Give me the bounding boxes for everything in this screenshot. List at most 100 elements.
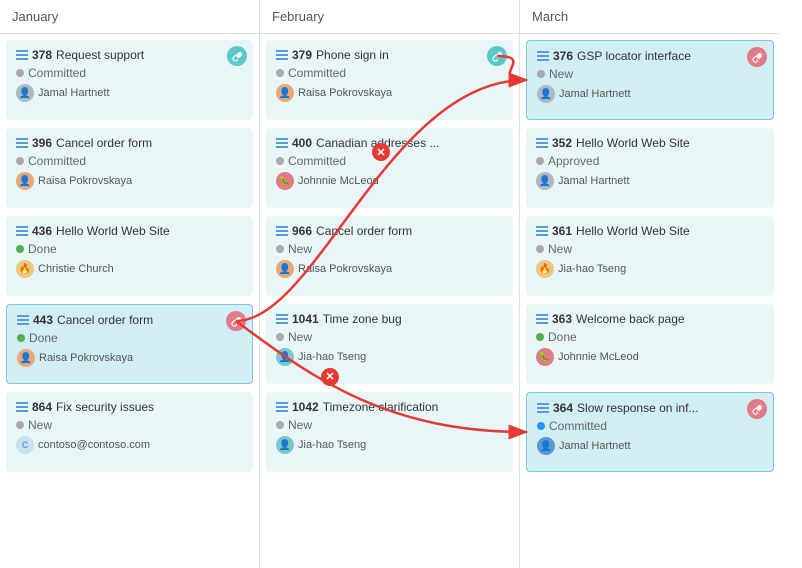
status-text-378: Committed <box>28 66 86 80</box>
status-text-364: Committed <box>549 419 607 433</box>
card-id-number-352: 352 <box>552 136 572 150</box>
bars-icon-364 <box>537 403 549 413</box>
card-1041[interactable]: 1041 Time zone bugNew👤Jia-hao Tseng <box>266 304 513 384</box>
status-dot-379 <box>276 69 284 77</box>
link-icon-443[interactable] <box>226 311 246 331</box>
card-352[interactable]: 352 Hello World Web SiteApproved👤Jamal H… <box>526 128 774 208</box>
card-376[interactable]: 376 GSP locator interface New 👤Jamal Hartn… <box>526 40 774 120</box>
card-id-number-376: 376 <box>553 49 573 63</box>
status-dot-443 <box>17 334 25 342</box>
bars-icon-864 <box>16 402 28 412</box>
card-status-row-396: Committed <box>16 154 243 168</box>
status-dot-364 <box>537 422 545 430</box>
card-966[interactable]: 966 Cancel order form New 👤Raisa Pokrovska… <box>266 216 513 296</box>
column-header-january: January <box>0 0 259 34</box>
status-dot-966 <box>276 245 284 253</box>
bars-icon-361 <box>536 226 548 236</box>
status-dot-361 <box>536 245 544 253</box>
card-title-1042: Timezone clarification <box>323 400 439 414</box>
link-icon-364[interactable] <box>747 399 767 419</box>
card-id-row-396: 396 Cancel order form <box>16 136 243 150</box>
card-title-376: GSP locator interface <box>577 49 691 63</box>
card-status-row-361: New <box>536 242 764 256</box>
user-name-363: Johnnie McLeod <box>558 351 639 363</box>
status-text-396: Committed <box>28 154 86 168</box>
card-id-number-1042: 1042 <box>292 400 319 414</box>
card-id-row-379: 379 Phone sign in <box>276 48 503 62</box>
card-443[interactable]: 443 Cancel order formDone👤Raisa Pokrovsk… <box>6 304 253 384</box>
card-id-number-364: 364 <box>553 401 573 415</box>
user-name-396: Raisa Pokrovskaya <box>38 175 132 187</box>
card-title-361: Hello World Web Site <box>576 224 690 238</box>
status-text-864: New <box>28 418 52 432</box>
card-436[interactable]: 436 Hello World Web SiteDone🔥Christie Ch… <box>6 216 253 296</box>
user-row-1042: 👤 Jia-hao Tseng <box>276 436 503 454</box>
user-row-376: 👤Jamal Hartnett <box>537 85 763 103</box>
card-status-row-966: New <box>276 242 503 256</box>
avatar-379: 👤 <box>276 84 294 102</box>
link-icon-378[interactable] <box>227 46 247 66</box>
cards-area-march: 376 GSP locator interface New 👤Jamal Hartn… <box>520 34 780 478</box>
card-status-row-400: Committed <box>276 154 503 168</box>
card-title-966: Cancel order form <box>316 224 412 238</box>
card-id-row-400: 400 Canadian addresses ... <box>276 136 503 150</box>
card-title-379: Phone sign in <box>316 48 389 62</box>
card-title-1041: Time zone bug <box>323 312 402 326</box>
cards-area-february: 379 Phone sign inCommitted👤Raisa Pokrovs… <box>260 34 519 478</box>
card-status-row-864: New <box>16 418 243 432</box>
column-header-february: February <box>260 0 519 34</box>
user-row-864: Ccontoso@contoso.com <box>16 436 243 454</box>
link-icon-376[interactable] <box>747 47 767 67</box>
card-1042[interactable]: 1042 Timezone clarification New 👤 Jia-hao T… <box>266 392 513 472</box>
card-id-number-966: 966 <box>292 224 312 238</box>
card-id-row-1042: 1042 Timezone clarification <box>276 400 503 414</box>
user-name-1042: Jia-hao Tseng <box>298 439 366 451</box>
card-379[interactable]: 379 Phone sign inCommitted👤Raisa Pokrovs… <box>266 40 513 120</box>
card-400[interactable]: 400 Canadian addresses ...Committed🐛John… <box>266 128 513 208</box>
close-badge-2[interactable]: ✕ <box>321 368 339 386</box>
card-status-row-436: Done <box>16 242 243 256</box>
user-row-378: 👤Jamal Hartnett <box>16 84 243 102</box>
card-id-row-364: 364 Slow response on inf... <box>537 401 763 415</box>
card-363[interactable]: 363 Welcome back pageDone🐛Johnnie McLeod <box>526 304 774 384</box>
card-id-number-379: 379 <box>292 48 312 62</box>
card-361[interactable]: 361 Hello World Web SiteNew🔥Jia-hao Tsen… <box>526 216 774 296</box>
avatar-400: 🐛 <box>276 172 294 190</box>
card-id-row-352: 352 Hello World Web Site <box>536 136 764 150</box>
status-dot-378 <box>16 69 24 77</box>
card-title-363: Welcome back page <box>576 312 685 326</box>
status-dot-1042 <box>276 421 284 429</box>
avatar-864: C <box>16 436 34 454</box>
card-id-number-864: 864 <box>32 400 52 414</box>
user-name-378: Jamal Hartnett <box>38 87 110 99</box>
user-row-361: 🔥Jia-hao Tseng <box>536 260 764 278</box>
column-march: March376 GSP locator interfaceNew👤Jamal … <box>520 0 780 568</box>
user-name-436: Christie Church <box>38 263 114 275</box>
card-title-864: Fix security issues <box>56 400 154 414</box>
user-name-966: Raisa Pokrovskaya <box>298 263 392 275</box>
link-icon-379[interactable] <box>487 46 507 66</box>
status-dot-1041 <box>276 333 284 341</box>
card-status-row-363: Done <box>536 330 764 344</box>
card-id-row-1041: 1041 Time zone bug <box>276 312 503 326</box>
user-row-966: 👤Raisa Pokrovskaya <box>276 260 503 278</box>
status-dot-376 <box>537 70 545 78</box>
card-id-row-376: 376 GSP locator interface <box>537 49 763 63</box>
card-status-row-1042: New <box>276 418 503 432</box>
bars-icon-1041 <box>276 314 288 324</box>
bars-icon-378 <box>16 50 28 60</box>
avatar-1041: 👤 <box>276 348 294 366</box>
card-id-number-443: 443 <box>33 313 53 327</box>
card-378[interactable]: 378 Request supportCommitted👤Jamal Hartn… <box>6 40 253 120</box>
user-name-864: contoso@contoso.com <box>38 439 150 451</box>
card-864[interactable]: 864 Fix security issues New Ccontoso@conto… <box>6 392 253 472</box>
card-396[interactable]: 396 Cancel order form Committed 👤Raisa Pok… <box>6 128 253 208</box>
column-january: January 378 Request supportCommitted👤Jama… <box>0 0 260 568</box>
status-dot-396 <box>16 157 24 165</box>
card-364[interactable]: 364 Slow response on inf...Committed👤Jam… <box>526 392 774 472</box>
status-dot-352 <box>536 157 544 165</box>
user-row-396: 👤Raisa Pokrovskaya <box>16 172 243 190</box>
avatar-1042: 👤 <box>276 436 294 454</box>
card-status-row-376: New <box>537 67 763 81</box>
user-row-352: 👤Jamal Hartnett <box>536 172 764 190</box>
